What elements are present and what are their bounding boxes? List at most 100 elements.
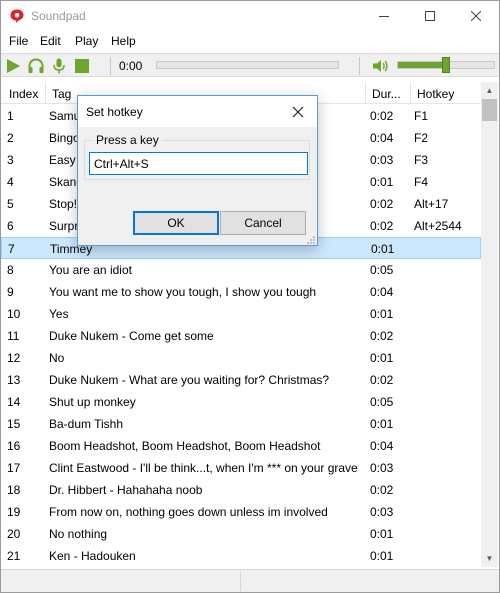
table-row[interactable]: 11 Duke Nukem - Come get some 0:02 <box>1 325 481 347</box>
toolbar-separator <box>359 57 360 75</box>
menu-bar: File Edit Play Help <box>1 32 499 52</box>
table-row[interactable]: 17 Clint Eastwood - I'll be think...t, wh… <box>1 457 481 479</box>
row-duration: 0:02 <box>370 219 394 233</box>
table-row[interactable]: 8 You are an idiot 0:05 <box>1 259 481 281</box>
row-duration: 0:02 <box>370 109 394 123</box>
table-row[interactable]: 18 Dr. Hibbert - Hahahaha noob 0:02 <box>1 479 481 501</box>
set-hotkey-dialog: Set hotkey Press a key OK Cancel <box>77 95 318 246</box>
scroll-up-arrow-icon[interactable]: ▲ <box>481 82 498 99</box>
window-title: Soundpad <box>31 9 86 23</box>
scrollbar-thumb[interactable] <box>482 99 497 121</box>
column-header-hotkey[interactable]: Hotkey <box>417 87 454 101</box>
row-index: 8 <box>7 263 14 277</box>
dialog-title: Set hotkey <box>86 105 143 119</box>
row-hotkey: F4 <box>414 175 429 189</box>
row-index: 20 <box>7 527 21 541</box>
row-tag: Clint Eastwood - I'll be think...t, when… <box>49 461 358 475</box>
column-divider[interactable] <box>410 82 411 104</box>
row-index: 19 <box>7 505 21 519</box>
row-index: 13 <box>7 373 21 387</box>
row-tag: Ken - Hadouken <box>49 549 136 563</box>
row-duration: 0:01 <box>370 351 394 365</box>
menu-play[interactable]: Play <box>75 34 98 48</box>
row-duration: 0:01 <box>370 527 394 541</box>
speaker-volume-icon[interactable] <box>371 57 389 75</box>
row-duration: 0:02 <box>370 483 394 497</box>
row-hotkey: Alt+2544 <box>414 219 462 233</box>
minimize-button[interactable] <box>361 1 407 31</box>
menu-help[interactable]: Help <box>111 34 136 48</box>
table-row[interactable]: 14 Shut up monkey 0:05 <box>1 391 481 413</box>
column-divider[interactable] <box>365 82 366 104</box>
table-row[interactable]: 16 Boom Headshot, Boom Headshot, Boom Hea… <box>1 435 481 457</box>
resize-grip-icon[interactable] <box>306 235 316 245</box>
stop-icon[interactable] <box>73 57 91 75</box>
toolbar-separator <box>110 57 111 75</box>
headphones-icon[interactable] <box>27 57 45 75</box>
row-tag: Boom Headshot, Boom Headshot, Boom Heads… <box>49 439 321 453</box>
row-index: 1 <box>7 109 14 123</box>
microphone-icon[interactable] <box>50 57 68 75</box>
row-tag: No <box>49 351 65 365</box>
table-row[interactable]: 10 Yes 0:01 <box>1 303 481 325</box>
row-tag: You want me to show you tough, I show yo… <box>49 285 317 299</box>
main-window: Soundpad File Edit Play Help 0:00 Index … <box>0 0 500 593</box>
time-display: 0:00 <box>119 59 143 73</box>
table-row[interactable]: 19 From now on, nothing goes down unless … <box>1 501 481 523</box>
playback-progress-slider[interactable] <box>156 61 339 69</box>
column-header-duration[interactable]: Dur... <box>372 87 401 101</box>
table-row[interactable]: 12 No 0:01 <box>1 347 481 369</box>
close-icon <box>471 11 481 21</box>
row-hotkey: F1 <box>414 109 429 123</box>
status-divider <box>240 572 241 591</box>
title-bar[interactable]: Soundpad <box>1 1 499 31</box>
column-header-index[interactable]: Index <box>9 87 38 101</box>
row-duration: 0:02 <box>370 197 394 211</box>
row-duration: 0:01 <box>371 242 395 256</box>
row-tag: Dr. Hibbert - Hahahaha noob <box>49 483 203 497</box>
row-index: 11 <box>7 329 20 343</box>
row-tag: Duke Nukem - What are you waiting for? C… <box>49 373 330 387</box>
row-tag: From now on, nothing goes down unless im… <box>49 505 328 519</box>
row-duration: 0:01 <box>370 549 394 563</box>
row-tag: No nothing <box>49 527 108 541</box>
close-button[interactable] <box>453 1 499 31</box>
row-index: 3 <box>7 153 14 167</box>
row-duration: 0:03 <box>370 505 394 519</box>
volume-slider[interactable] <box>397 57 495 73</box>
table-row[interactable]: 13 Duke Nukem - What are you waiting for?… <box>1 369 481 391</box>
row-index: 18 <box>7 483 21 497</box>
row-tag: Yes <box>49 307 69 321</box>
table-row[interactable]: 9 You want me to show you tough, I show y… <box>1 281 481 303</box>
row-tag: Ba-dum Tishh <box>49 417 124 431</box>
maximize-icon <box>425 11 435 21</box>
volume-thumb[interactable] <box>442 57 450 73</box>
group-label: Press a key <box>93 133 162 147</box>
vertical-scrollbar[interactable]: ▲ ▼ <box>481 82 498 567</box>
column-header-tag[interactable]: Tag <box>52 87 71 101</box>
ok-button[interactable]: OK <box>133 211 219 235</box>
dialog-title-bar[interactable]: Set hotkey <box>78 96 317 127</box>
row-duration: 0:03 <box>370 153 394 167</box>
hotkey-input[interactable] <box>89 152 308 175</box>
table-row[interactable]: 20 No nothing 0:01 <box>1 523 481 545</box>
row-duration: 0:05 <box>370 395 394 409</box>
table-row[interactable]: 21 Ken - Hadouken 0:01 <box>1 545 481 567</box>
scroll-down-arrow-icon[interactable]: ▼ <box>481 550 498 567</box>
menu-edit[interactable]: Edit <box>40 34 61 48</box>
soundpad-logo-icon <box>10 9 24 23</box>
table-row[interactable]: 15 Ba-dum Tishh 0:01 <box>1 413 481 435</box>
dialog-close-icon[interactable] <box>290 104 306 120</box>
column-divider[interactable] <box>45 82 46 104</box>
play-icon[interactable] <box>4 57 22 75</box>
row-tag: Shut up monkey <box>49 395 136 409</box>
row-index: 15 <box>7 417 21 431</box>
row-index: 10 <box>7 307 21 321</box>
menu-file[interactable]: File <box>9 34 28 48</box>
row-duration: 0:01 <box>370 175 394 189</box>
row-index: 21 <box>7 549 21 563</box>
row-hotkey: F2 <box>414 131 429 145</box>
maximize-button[interactable] <box>407 1 453 31</box>
cancel-button[interactable]: Cancel <box>220 211 306 235</box>
row-index: 16 <box>7 439 21 453</box>
